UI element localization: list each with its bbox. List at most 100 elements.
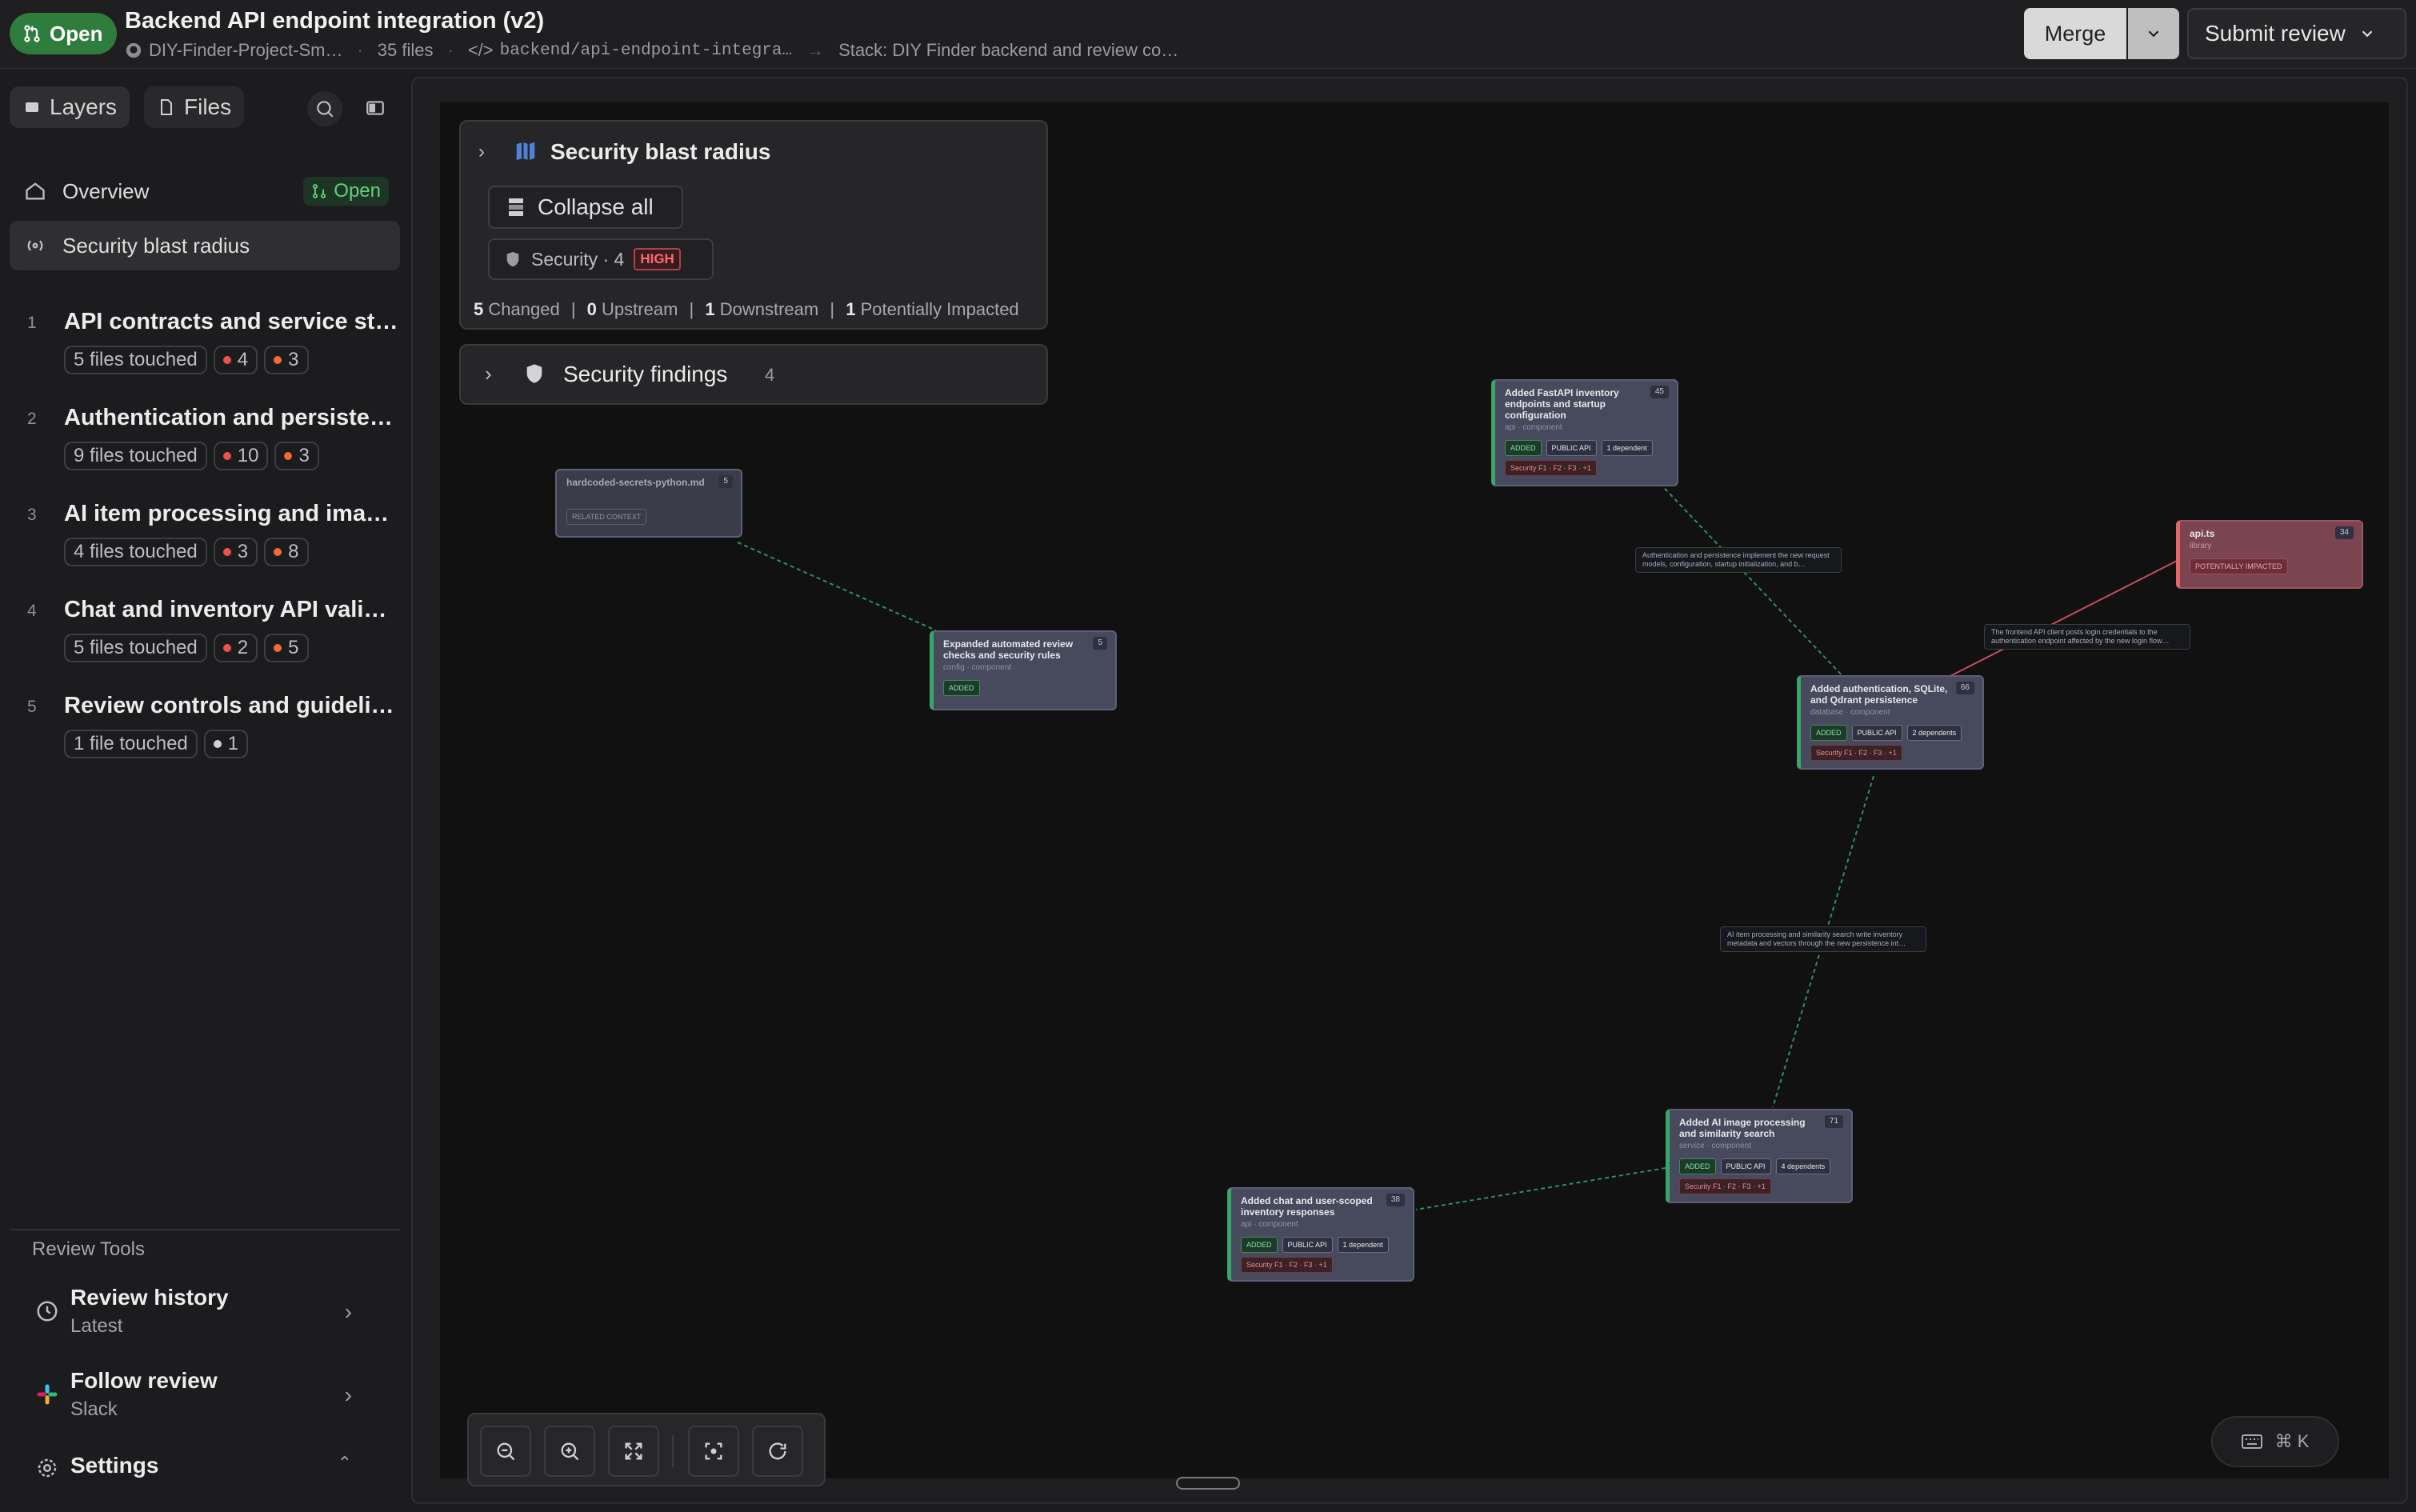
collapse-all-button[interactable]: Collapse all xyxy=(488,186,683,229)
node-count: 34 xyxy=(2334,526,2354,539)
command-palette-button[interactable]: ⌘ K xyxy=(2211,1416,2339,1467)
status-label: Open xyxy=(50,21,103,46)
node-badge: 2 dependents xyxy=(1906,725,1962,741)
zoom-in-button[interactable] xyxy=(544,1426,595,1477)
chevron-down-icon xyxy=(2148,30,2159,38)
edge-label: The frontend API client posts login cred… xyxy=(1984,624,2190,650)
files-touched-chip: 5 files touched xyxy=(64,346,207,374)
red-dot-icon xyxy=(222,644,231,652)
node-badge: ADDED xyxy=(1679,1158,1716,1174)
repo-link[interactable]: DIY-Finder-Project-Sm… xyxy=(149,40,342,61)
map-icon xyxy=(516,142,535,161)
impacted-label: Potentially Impacted xyxy=(860,299,1019,319)
shield-icon xyxy=(506,251,519,267)
gear-icon xyxy=(38,1458,57,1478)
red-dot-icon xyxy=(222,452,231,460)
status-badge: Open xyxy=(10,13,118,54)
chevron-right-icon[interactable]: › xyxy=(478,141,485,163)
top-bar: Open Backend API endpoint integration (v… xyxy=(0,0,2416,69)
follow-review-title: Follow review xyxy=(70,1368,218,1393)
merge-options-button[interactable] xyxy=(2128,8,2179,59)
grey-count: 1 xyxy=(227,733,239,754)
file-icon xyxy=(161,99,172,115)
branch-name[interactable]: backend/api-endpoint-integra… xyxy=(500,42,792,60)
stack-link[interactable]: Stack: DIY Finder backend and review co… xyxy=(838,40,1178,61)
upstream-label: Upstream xyxy=(602,299,678,319)
tab-files[interactable]: Files xyxy=(144,86,245,128)
zoom-out-button[interactable] xyxy=(480,1426,531,1477)
focus-button[interactable] xyxy=(688,1426,739,1477)
orange-dot-icon xyxy=(284,452,293,460)
layer-title: Review controls and guidelin… xyxy=(64,693,400,718)
layer-item[interactable]: 3 AI item processing and imag… 4 files t… xyxy=(0,501,411,581)
merge-button[interactable]: Merge xyxy=(2024,8,2126,59)
changed-count: 5 xyxy=(474,299,484,319)
security-severity-chip[interactable]: Security · 4 HIGH xyxy=(488,238,714,280)
graph-node[interactable]: hardcoded-secrets-python.md 5 RELATED CO… xyxy=(555,469,742,538)
orange-count-chip: 5 xyxy=(264,634,309,662)
red-count: 4 xyxy=(237,349,249,370)
orange-count-chip: 8 xyxy=(264,538,309,566)
layer-title: Authentication and persisten… xyxy=(64,405,400,430)
node-subtitle: config · component xyxy=(943,663,1012,672)
orange-count: 5 xyxy=(288,637,299,658)
layer-number: 1 xyxy=(27,314,37,332)
collapse-icon xyxy=(509,198,523,216)
graph-node[interactable]: Added chat and user-scoped inventory res… xyxy=(1227,1187,1414,1282)
graph-node[interactable]: Added AI image processing and similarity… xyxy=(1666,1109,1853,1203)
tab-layers[interactable]: Layers xyxy=(10,86,130,128)
follow-review-item[interactable]: Follow review Slack › xyxy=(32,1363,384,1427)
security-count: Security · 4 xyxy=(531,248,625,270)
security-badge: Security F1 · F2 · F3 · +1 xyxy=(1505,460,1597,476)
layer-item[interactable]: 4 Chat and inventory API valid… 5 files … xyxy=(0,597,411,677)
node-badge: PUBLIC API xyxy=(1720,1158,1771,1174)
graph-panel: › Security blast radius Collapse all Sec… xyxy=(411,77,2408,1504)
keyboard-icon xyxy=(2241,1434,2262,1449)
node-badge: PUBLIC API xyxy=(1546,440,1597,456)
graph-node[interactable]: api.ts library 34 POTENTIALLY IMPACTED xyxy=(2176,520,2363,589)
review-tools-heading: Review Tools xyxy=(32,1238,145,1260)
layer-item[interactable]: 5 Review controls and guidelin… 1 file t… xyxy=(0,693,411,773)
files-touched-chip: 1 file touched xyxy=(64,730,198,758)
settings-title: Settings xyxy=(70,1453,159,1478)
review-history-item[interactable]: Review history Latest › xyxy=(32,1280,384,1344)
pull-request-icon xyxy=(24,25,40,42)
layer-number: 4 xyxy=(27,602,37,620)
node-badge: ADDED xyxy=(943,680,980,696)
security-findings-panel[interactable]: › Security findings 4 xyxy=(459,344,1048,405)
layer-item[interactable]: 1 API contracts and service st… 5 files … xyxy=(0,309,411,389)
security-badge: Security F1 · F2 · F3 · +1 xyxy=(1810,745,1902,761)
resize-handle[interactable] xyxy=(1176,1477,1240,1490)
node-count: 38 xyxy=(1386,1194,1405,1206)
layer-number: 5 xyxy=(27,698,37,716)
blast-radius-title: Security blast radius xyxy=(550,139,771,164)
nav-overview[interactable]: Overview Open xyxy=(10,166,400,216)
github-icon xyxy=(126,42,142,58)
expand-icon xyxy=(625,1442,642,1460)
node-badge: ADDED xyxy=(1241,1237,1278,1253)
node-badge: 1 dependent xyxy=(1337,1237,1389,1253)
orange-dot-icon xyxy=(274,548,282,556)
submit-review-button[interactable]: Submit review xyxy=(2187,8,2406,59)
nav-security-blast-radius[interactable]: Security blast radius xyxy=(10,221,400,270)
toggle-sidebar-button[interactable] xyxy=(365,98,386,122)
node-badge: ADDED xyxy=(1505,440,1542,456)
search-button[interactable] xyxy=(307,91,342,126)
node-badge: PUBLIC API xyxy=(1851,725,1902,741)
layer-item[interactable]: 2 Authentication and persisten… 9 files … xyxy=(0,405,411,485)
node-subtitle: database · component xyxy=(1810,708,1890,717)
red-count-chip: 4 xyxy=(213,346,258,374)
node-title: Added authentication, SQLite, and Qdrant… xyxy=(1810,683,1948,706)
graph-node[interactable]: Added FastAPI inventory endpoints and st… xyxy=(1491,379,1678,486)
graph-node[interactable]: Expanded automated review checks and sec… xyxy=(930,630,1117,710)
grey-dot-icon xyxy=(213,740,222,748)
reset-layout-button[interactable] xyxy=(752,1426,803,1477)
settings-item[interactable]: Settings ⌃ xyxy=(32,1446,384,1491)
graph-canvas[interactable]: › Security blast radius Collapse all Sec… xyxy=(440,102,2389,1486)
orange-count: 8 xyxy=(288,541,299,562)
node-count: 45 xyxy=(1650,386,1669,398)
pull-request-icon xyxy=(313,184,326,198)
graph-node[interactable]: Added authentication, SQLite, and Qdrant… xyxy=(1797,675,1984,770)
divider xyxy=(672,1435,674,1467)
fit-view-button[interactable] xyxy=(608,1426,659,1477)
